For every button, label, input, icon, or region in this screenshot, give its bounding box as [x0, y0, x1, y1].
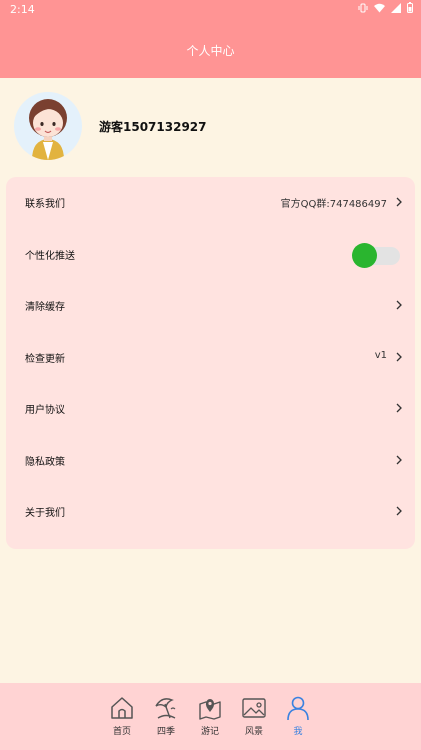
- menu-item-clear-cache[interactable]: 清除缓存: [6, 280, 415, 332]
- avatar-illustration: [29, 99, 67, 160]
- tab-label: 我: [293, 727, 303, 737]
- tab-label: 首页: [112, 727, 131, 737]
- chevron-right-icon: [396, 352, 402, 362]
- menu-item-user-agreement[interactable]: 用户协议: [6, 383, 415, 435]
- chevron-right-icon: [396, 455, 402, 465]
- menu-item-label: 个性化推送: [25, 251, 75, 262]
- battery-icon: [407, 2, 413, 13]
- beach-umbrella-icon: [155, 698, 176, 719]
- menu-item-value: v1: [374, 350, 387, 361]
- menu-item-contact-us[interactable]: 联系我们 官方QQ群:747486497: [6, 177, 415, 229]
- signal-icon: [391, 2, 401, 13]
- menu-item-label: 检查更新: [25, 354, 65, 365]
- image-icon: [242, 698, 266, 718]
- chevron-right-icon: [396, 506, 402, 516]
- avatar[interactable]: [14, 92, 82, 160]
- chevron-right-icon: [396, 403, 402, 413]
- status-icons: [358, 2, 413, 13]
- menu-item-label: 用户协议: [25, 405, 65, 416]
- map-pin-icon: [199, 699, 221, 720]
- settings-card: 联系我们 官方QQ群:747486497 个性化推送 清除缓存 检查更新 v1 …: [6, 177, 415, 549]
- header-bar: 2:14 个人中心: [0, 0, 421, 78]
- menu-item-about-us[interactable]: 关于我们: [6, 486, 415, 538]
- user-icon: [287, 696, 309, 721]
- vibrate-icon: [358, 3, 368, 12]
- home-icon: [111, 697, 133, 719]
- tab-label: 四季: [156, 727, 175, 737]
- status-time: 2:14: [10, 3, 35, 16]
- menu-item-value: 官方QQ群:747486497: [280, 199, 387, 210]
- status-bar: 2:14: [0, 0, 421, 18]
- toggle-knob: [352, 243, 377, 268]
- menu-item-personalized-push: 个性化推送: [6, 229, 415, 281]
- menu-item-check-update[interactable]: 检查更新 v1: [6, 332, 415, 384]
- tab-me[interactable]: 我: [278, 695, 318, 745]
- menu-item-label: 清除缓存: [25, 302, 65, 313]
- menu-item-label: 联系我们: [25, 199, 65, 210]
- menu-item-label: 关于我们: [25, 508, 65, 519]
- chevron-right-icon: [396, 300, 402, 310]
- profile-section[interactable]: 游客1507132927: [14, 92, 404, 160]
- push-toggle[interactable]: [352, 243, 400, 268]
- tab-scenery[interactable]: 风景: [234, 695, 274, 745]
- bottom-tab-bar: 首页 四季 游记 风景 我: [0, 683, 421, 750]
- wifi-icon: [374, 3, 385, 12]
- tab-label: 风景: [244, 727, 263, 737]
- tab-label: 游记: [200, 727, 219, 737]
- username: 游客1507132927: [99, 120, 207, 134]
- menu-item-label: 隐私政策: [25, 457, 65, 468]
- chevron-right-icon: [396, 197, 402, 207]
- menu-item-privacy-policy[interactable]: 隐私政策: [6, 435, 415, 487]
- tab-seasons[interactable]: 四季: [146, 695, 186, 745]
- tab-home[interactable]: 首页: [102, 695, 142, 745]
- tab-travel-notes[interactable]: 游记: [190, 695, 230, 745]
- page-title: 个人中心: [186, 44, 235, 58]
